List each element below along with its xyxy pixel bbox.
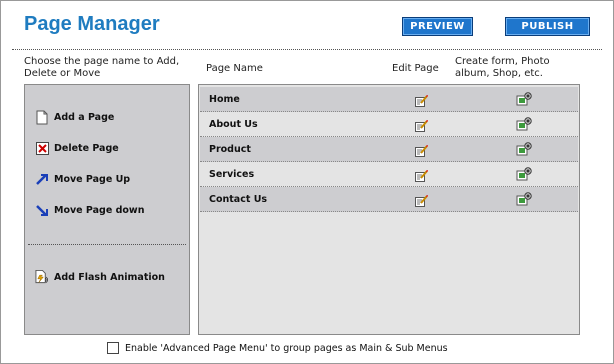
page-row[interactable]: Services: [200, 162, 578, 187]
col-header-create: Create form, Photo album, Shop, etc.: [455, 56, 550, 79]
page-row[interactable]: About Us: [200, 112, 578, 137]
flash-icon: [35, 269, 49, 285]
create-form-icon[interactable]: [516, 191, 532, 210]
page-row[interactable]: Contact Us: [200, 187, 578, 212]
left-instructions: Choose the page name to Add, Delete or M…: [24, 56, 180, 79]
pages-list: Home About Us Product Services Contact U…: [198, 84, 580, 335]
page-row[interactable]: Home: [200, 87, 578, 112]
action-label: Delete Page: [54, 142, 119, 154]
move-page-up-action[interactable]: Move Page Up: [35, 171, 130, 187]
page-name[interactable]: Contact Us: [209, 194, 267, 205]
add-flash-animation-action[interactable]: Add Flash Animation: [35, 269, 165, 285]
advanced-menu-option[interactable]: Enable 'Advanced Page Menu' to group pag…: [107, 342, 448, 354]
header-separator: [12, 49, 602, 50]
page-row[interactable]: Product: [200, 137, 578, 162]
page-name[interactable]: Home: [209, 94, 240, 105]
move-down-icon: [35, 202, 49, 218]
add-page-action[interactable]: Add a Page: [35, 109, 114, 125]
edit-page-icon[interactable]: [415, 92, 429, 111]
move-page-down-action[interactable]: Move Page down: [35, 202, 144, 218]
page-name[interactable]: About Us: [209, 119, 258, 130]
action-label: Add Flash Animation: [54, 271, 165, 283]
edit-page-icon[interactable]: [415, 192, 429, 211]
page-name[interactable]: Services: [209, 169, 254, 180]
action-label: Move Page down: [54, 204, 145, 216]
delete-page-action[interactable]: Delete Page: [35, 140, 119, 156]
advanced-menu-label: Enable 'Advanced Page Menu' to group pag…: [125, 342, 448, 354]
actions-panel: Add a Page Delete Page Move Page Up Move…: [24, 84, 190, 335]
edit-page-icon[interactable]: [415, 142, 429, 161]
create-form-icon[interactable]: [516, 116, 532, 135]
create-form-icon[interactable]: [516, 166, 532, 185]
page-name[interactable]: Product: [209, 144, 251, 155]
edit-page-icon[interactable]: [415, 117, 429, 136]
advanced-menu-checkbox[interactable]: [107, 342, 119, 354]
move-up-icon: [35, 171, 49, 187]
create-form-icon[interactable]: [516, 91, 532, 110]
edit-page-icon[interactable]: [415, 167, 429, 186]
col-header-page-name: Page Name: [206, 63, 263, 74]
col-header-edit-page: Edit Page: [392, 63, 439, 74]
page-title: Page Manager: [24, 13, 160, 35]
action-label: Move Page Up: [54, 173, 131, 185]
publish-button[interactable]: PUBLISH: [505, 17, 590, 36]
action-label: Add a Page: [54, 111, 115, 123]
delete-icon: [35, 140, 49, 156]
page-icon: [35, 109, 49, 125]
preview-button[interactable]: PREVIEW: [402, 17, 473, 36]
actions-separator: [28, 244, 186, 245]
create-form-icon[interactable]: [516, 141, 532, 160]
